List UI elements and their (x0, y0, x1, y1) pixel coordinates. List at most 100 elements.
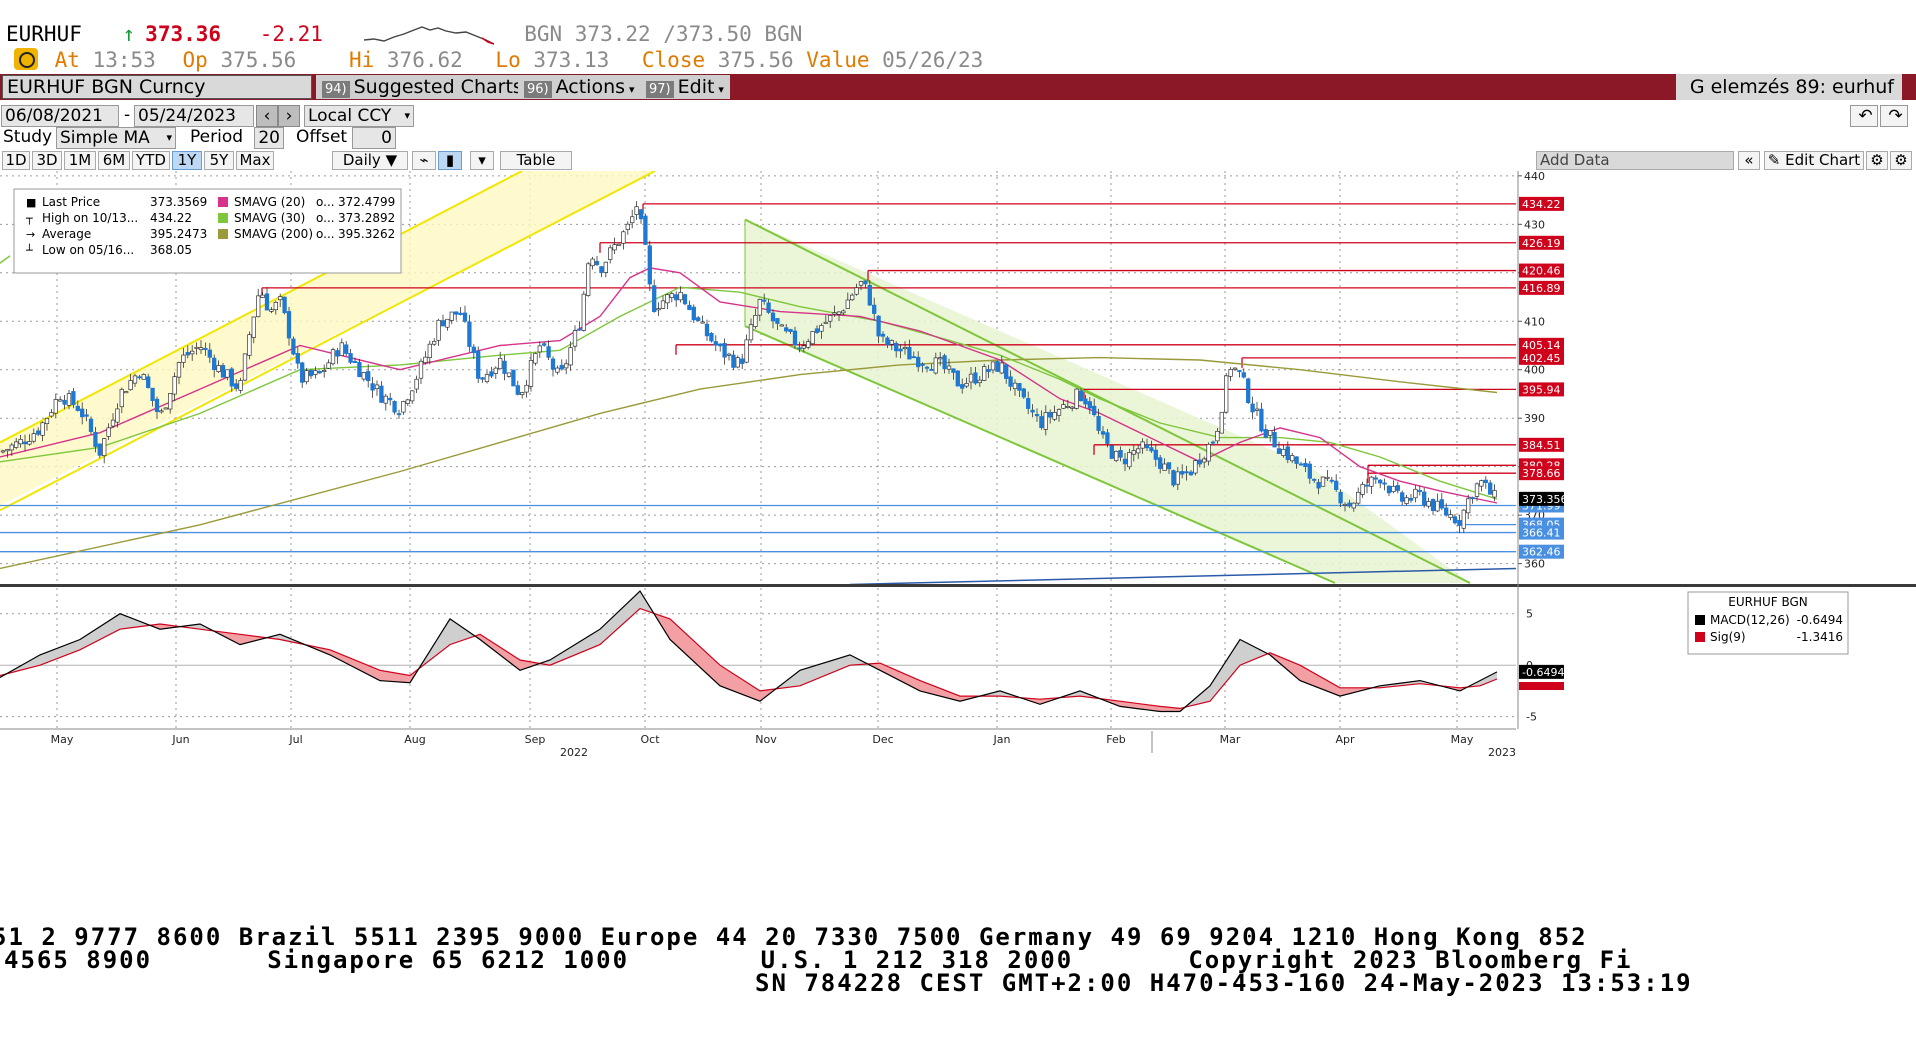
line-chart-icon[interactable]: ⌁ (412, 151, 436, 170)
edit-chart-button[interactable]: ✎ Edit Chart (1764, 151, 1864, 170)
candle-body (168, 393, 173, 410)
settings-gear-icon[interactable]: ⚙ (1890, 151, 1912, 170)
candle-body (1092, 405, 1097, 416)
candle-body (1413, 488, 1418, 499)
macd-histogram-fill (1239, 640, 1242, 667)
table-button[interactable]: Table (500, 151, 572, 170)
macd-histogram-fill (735, 674, 738, 693)
candle-body (1263, 429, 1268, 438)
undo-icon[interactable]: ↶ (1850, 105, 1878, 127)
candle-body (1122, 458, 1128, 465)
last-price-tag-label: 373.3569 (1522, 493, 1575, 506)
candle-body (357, 362, 362, 378)
candle-body (1078, 390, 1084, 402)
candle-body (1030, 409, 1035, 413)
actions-menu[interactable]: 96) Actions ▾ (518, 75, 641, 99)
macd-histogram-fill (798, 670, 801, 687)
macd-histogram-fill (450, 618, 453, 645)
legend-label: Last Price (42, 195, 100, 209)
security-field[interactable]: EURHUF BGN Curncy (2, 75, 312, 99)
candle-body (731, 354, 736, 368)
y-tick-label: 430 (1524, 218, 1545, 231)
candle-body (440, 320, 446, 327)
candle-body (53, 399, 58, 414)
candle-body (502, 360, 507, 374)
candle-body (819, 325, 824, 332)
candle-body (71, 391, 76, 406)
scroll-left-icon[interactable]: ‹ (256, 105, 278, 127)
candle-body (880, 333, 886, 337)
candle-body (1118, 450, 1123, 458)
range-button-1y[interactable]: 1Y (172, 151, 202, 170)
scroll-right-icon[interactable]: › (278, 105, 300, 127)
redo-icon[interactable]: ↷ (1880, 105, 1908, 127)
candle-body (929, 368, 934, 371)
candle-body (1329, 479, 1334, 482)
candle-body (735, 357, 740, 368)
candle-body (458, 312, 463, 316)
close-value: 375.56 (717, 48, 794, 72)
level-tag-label: 378.66 (1522, 467, 1561, 480)
range-button-6m[interactable]: 6M (98, 151, 130, 170)
range-button-ytd[interactable]: YTD (132, 151, 170, 170)
currency-select[interactable]: Local CCY ▾ (304, 105, 414, 127)
macd-histogram-fill (1311, 671, 1314, 687)
edit-menu[interactable]: 97) Edit ▾ (640, 75, 730, 99)
chart-type-dropdown-icon[interactable]: ▾ (470, 151, 494, 170)
candle-body (498, 357, 503, 370)
candle-body (1408, 498, 1414, 501)
period-input[interactable]: 20 (254, 127, 284, 149)
candle-body (1461, 509, 1466, 529)
triangle-down-icon: ▼ (385, 151, 398, 169)
candle-body (18, 438, 23, 445)
candle-body (102, 438, 107, 457)
candle-body (1171, 470, 1176, 486)
candle-body (832, 312, 837, 315)
macd-histogram-fill (834, 658, 837, 672)
price-chart[interactable]: 360370380390400410420430440-505434.22426… (0, 171, 1916, 906)
bid-ask-quote: BGN 373.22 /373.50 BGN (524, 22, 803, 46)
chevron-down-icon: ▾ (629, 83, 635, 96)
offset-input[interactable]: 0 (352, 127, 396, 149)
candle-body (964, 383, 969, 387)
candle-chart-icon[interactable]: ▮ (438, 151, 462, 170)
macd-last-tag-label: -0.6494 (1522, 666, 1564, 679)
study-row: Study Simple MA ▾ Period 20 Offset 0 (0, 127, 1916, 149)
suggested-charts-button[interactable]: 94) Suggested Charts (316, 75, 529, 99)
range-button-1m[interactable]: 1M (64, 151, 96, 170)
candle-body (696, 317, 701, 321)
candle-body (49, 412, 54, 417)
clock-icon[interactable] (14, 48, 38, 70)
candle-body (396, 413, 402, 416)
macd-histogram-fill (45, 651, 48, 664)
range-button-1d[interactable]: 1D (2, 151, 30, 170)
candle-body (190, 350, 195, 355)
candle-body (766, 302, 771, 313)
macd-histogram-fill (48, 650, 51, 663)
add-data-input[interactable]: Add Data (1536, 151, 1734, 170)
candle-body (1316, 481, 1321, 489)
macd-histogram-fill (804, 668, 807, 685)
settings-gear-icon[interactable]: ⚙ (1866, 151, 1888, 170)
study-select[interactable]: Simple MA ▾ (56, 127, 176, 149)
candle-body (568, 347, 573, 366)
frequency-select[interactable]: Daily ▼ (332, 151, 408, 170)
collapse-icon[interactable]: « (1738, 151, 1760, 170)
candle-body (154, 398, 160, 413)
y-tick-label: 360 (1524, 558, 1545, 571)
open-value: 375.56 (220, 48, 297, 72)
x-tick-label: Dec (872, 733, 893, 746)
candle-body (1369, 476, 1374, 487)
candle-body (414, 378, 419, 390)
start-date-input[interactable]: 06/08/2021 (1, 105, 119, 127)
range-button-max[interactable]: Max (236, 151, 274, 170)
range-button-5y[interactable]: 5Y (204, 151, 234, 170)
range-button-3d[interactable]: 3D (32, 151, 62, 170)
candle-body (748, 324, 754, 341)
candle-body (788, 329, 793, 333)
end-date-input[interactable]: 05/24/2023 (134, 105, 254, 127)
candle-body (1268, 430, 1273, 436)
macd-histogram-fill (681, 629, 684, 653)
candle-body (691, 306, 696, 321)
candle-body (1391, 485, 1396, 493)
